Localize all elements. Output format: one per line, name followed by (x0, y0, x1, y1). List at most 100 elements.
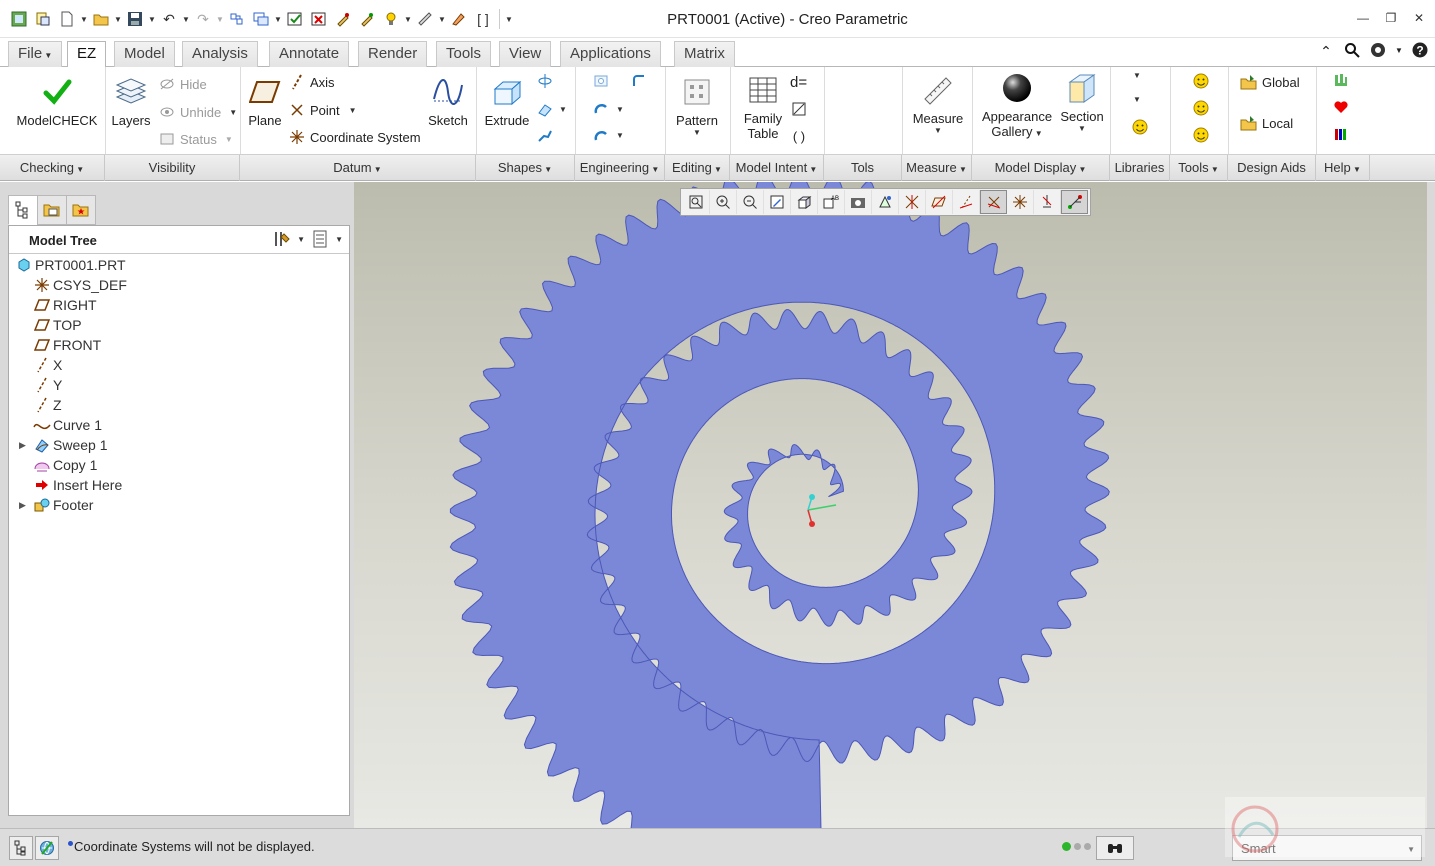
chevron-down-icon[interactable]: ▼ (349, 106, 357, 115)
tab-annotate[interactable]: Annotate (269, 41, 350, 67)
community-icon[interactable] (1369, 42, 1387, 60)
tab-model[interactable]: Model (114, 41, 175, 67)
appearance-gallery-button[interactable]: Appearance Gallery ▼ (978, 71, 1056, 139)
group-datum[interactable]: Datum ▼ (240, 155, 476, 181)
graphics-window[interactable] (354, 171, 1427, 866)
perspective-icon[interactable] (872, 190, 899, 214)
chevron-down-icon[interactable]: ▼ (229, 108, 237, 117)
saved-orientations-icon[interactable]: AB (818, 190, 845, 214)
group-model-display[interactable]: Model Display ▼ (972, 155, 1110, 181)
csys-display-icon[interactable] (1007, 190, 1034, 214)
pattern-button[interactable]: Pattern ▼ (670, 75, 724, 137)
tab-analysis[interactable]: Analysis (182, 41, 258, 67)
tree-node-z[interactable]: Z (19, 395, 62, 415)
shell-icon[interactable] (592, 101, 610, 119)
community-dropdown-icon[interactable]: ▼ (1395, 42, 1403, 60)
plane-display-icon[interactable] (926, 190, 953, 214)
chevron-down-icon[interactable]: ▼ (1133, 71, 1141, 80)
collapse-ribbon-icon[interactable]: ⌃ (1317, 42, 1335, 60)
help-icon[interactable]: ? (1411, 42, 1429, 60)
group-help[interactable]: Help ▼ (1316, 155, 1370, 181)
group-engineering[interactable]: Engineering ▼ (575, 155, 665, 181)
smiley-icon[interactable] (1192, 73, 1210, 91)
parameters-icon[interactable] (790, 101, 808, 119)
tab-render[interactable]: Render (358, 41, 428, 67)
layers-button[interactable]: Layers (107, 75, 155, 128)
axis-button[interactable]: Axis (288, 73, 335, 91)
folder-browser-tab[interactable] (37, 195, 67, 225)
chevron-down-icon[interactable]: ▼ (335, 235, 343, 244)
color-bars-icon[interactable] (1332, 126, 1350, 144)
sketch-button[interactable]: Sketch (424, 75, 472, 128)
spiral-gear-model[interactable] (354, 171, 1427, 866)
spiral-gear-body[interactable] (449, 171, 1110, 866)
chevron-down-icon[interactable]: ▼ (297, 235, 305, 244)
expand-triangle-icon[interactable]: ▶ (19, 500, 31, 511)
tab-matrix[interactable]: Matrix (674, 41, 735, 67)
display-style-icon[interactable] (791, 190, 818, 214)
tree-node-front[interactable]: FRONT (19, 335, 101, 355)
revolve-icon[interactable] (536, 73, 554, 91)
favorites-tab[interactable] (66, 195, 96, 225)
group-tools[interactable]: Tools ▼ (1170, 155, 1228, 181)
sweep-tool-icon[interactable] (536, 101, 554, 119)
relations-button[interactable]: d= (790, 73, 807, 91)
measure-button[interactable]: Measure ▼ (906, 73, 970, 135)
close-icon[interactable]: ✕ (1411, 10, 1427, 26)
swept-blend-icon[interactable] (536, 128, 554, 146)
maximize-icon[interactable]: ❐ (1383, 10, 1399, 26)
group-model-intent[interactable]: Model Intent ▼ (730, 155, 824, 181)
point-display-icon[interactable] (980, 190, 1007, 214)
smiley-icon[interactable] (1192, 127, 1210, 145)
selection-filter[interactable]: Smart ▼ (1232, 835, 1422, 861)
chevron-down-icon[interactable]: ▼ (616, 105, 624, 114)
expand-triangle-icon[interactable]: ▶ (19, 440, 31, 451)
tree-node-csys-def[interactable]: CSYS_DEF (19, 275, 127, 295)
toggle-browser-icon[interactable] (35, 836, 59, 860)
model-tree-tab[interactable] (8, 195, 38, 225)
tree-node-curve-1[interactable]: Curve 1 (19, 415, 102, 435)
tree-node-x[interactable]: X (19, 355, 62, 375)
datum-display-icon[interactable] (899, 190, 926, 214)
status-button[interactable]: Status ▼ (158, 130, 233, 148)
tree-node-right[interactable]: RIGHT (19, 295, 97, 315)
tab-view[interactable]: View (499, 41, 552, 67)
hide-button[interactable]: Hide (158, 75, 207, 93)
switch-dimensions-icon[interactable]: ( ) (790, 128, 808, 146)
axis-display-icon[interactable] (953, 190, 980, 214)
point-button[interactable]: Point ▼ (288, 101, 357, 119)
toggle-navigator-icon[interactable] (9, 836, 33, 860)
group-checking[interactable]: Checking ▼ (0, 155, 105, 181)
tree-settings-icon[interactable] (273, 230, 291, 248)
section-button[interactable]: Section ▼ (1056, 71, 1108, 133)
tree-node-copy-1[interactable]: Copy 1 (19, 455, 97, 475)
zoom-out-icon[interactable] (737, 190, 764, 214)
smiley-icon[interactable] (1192, 100, 1210, 118)
chamfer-icon[interactable] (592, 128, 610, 146)
minimize-icon[interactable]: — (1355, 10, 1371, 26)
tree-node-sweep-1[interactable]: ▶ Sweep 1 (19, 435, 107, 455)
heart-icon[interactable] (1332, 99, 1350, 117)
refit-icon[interactable] (683, 190, 710, 214)
tree-columns-icon[interactable] (311, 230, 329, 248)
extrude-button[interactable]: Extrude (480, 75, 534, 128)
search-icon[interactable] (1343, 42, 1361, 60)
tab-file[interactable]: File ▼ (8, 41, 63, 67)
tree-node-top[interactable]: TOP (19, 315, 82, 335)
annotation-display-icon[interactable] (1034, 190, 1061, 214)
zoom-in-icon[interactable] (710, 190, 737, 214)
smiley-icon[interactable] (1131, 119, 1149, 137)
tab-tools[interactable]: Tools (436, 41, 492, 67)
chevron-down-icon[interactable]: ▼ (1133, 95, 1141, 104)
tutorial-icon[interactable] (1332, 72, 1350, 90)
tree-node-prt0001-prt[interactable]: PRT0001.PRT (15, 255, 126, 275)
hole-icon[interactable] (592, 73, 610, 91)
repaint-icon[interactable] (764, 190, 791, 214)
spin-center-icon[interactable] (1061, 190, 1088, 214)
family-table-button[interactable]: Family Table (738, 73, 788, 141)
global-button[interactable]: Global (1240, 73, 1300, 91)
round-icon[interactable] (630, 73, 648, 91)
plane-button[interactable]: Plane (244, 75, 286, 128)
tab-applications[interactable]: Applications (560, 41, 661, 67)
group-editing[interactable]: Editing ▼ (665, 155, 730, 181)
